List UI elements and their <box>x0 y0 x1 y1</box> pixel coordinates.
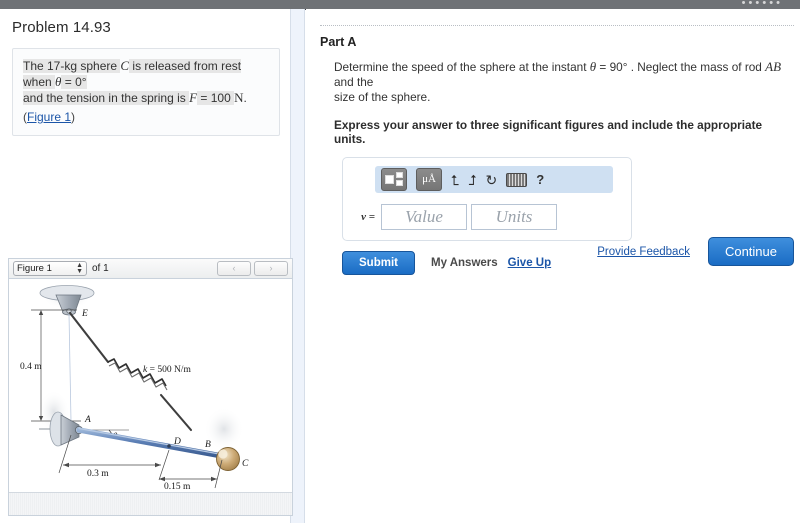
answer-value-input[interactable]: Value <box>381 204 467 230</box>
figure-select[interactable]: Figure 1 ▲ ▼ <box>13 261 87 276</box>
template-icon[interactable] <box>381 168 407 191</box>
diagram-dim-horizontal-2: 0.15 m <box>164 482 191 492</box>
redo-icon[interactable]: ⮥ <box>468 172 476 188</box>
figure-canvas: E 0.4 m k = 500 N/m A D B C 0.3 m 0.15 m <box>9 279 292 492</box>
question-symbol-ab: AB <box>765 59 782 74</box>
answer-widget: μÅ ⮤ ⮥ ↻ ? v = Value Units <box>342 157 632 241</box>
question-text-3: . Neglect the mass of rod <box>627 60 766 74</box>
figure-next-button[interactable]: › <box>254 261 288 276</box>
figure-toolbar: Figure 1 ▲ ▼ of 1 ‹ › <box>9 259 292 279</box>
units-icon[interactable]: μÅ <box>416 168 442 191</box>
help-icon[interactable]: ? <box>536 172 544 188</box>
figure-nav: ‹ › <box>217 261 288 276</box>
figure-link-wrapper: (Figure 1) <box>23 109 269 125</box>
app-header-faint-text: • • • • • • <box>741 0 780 9</box>
diagram-label-B: B <box>205 440 211 450</box>
diagram-dim-vertical: 0.4 m <box>20 362 42 372</box>
statement-period: . <box>243 91 247 105</box>
question-text-2: = 90 <box>596 60 623 74</box>
template-icon-square-bottom <box>396 180 403 186</box>
question-text-4: and the <box>334 75 374 89</box>
statement-degree-1: ° <box>81 75 87 89</box>
give-up-link[interactable]: Give Up <box>508 257 551 269</box>
statement-symbol-c: C <box>120 58 130 73</box>
diagram-label-C: C <box>242 459 249 469</box>
answer-units-input[interactable]: Units <box>471 204 557 230</box>
statement-text-5: = 100 <box>197 91 235 105</box>
figure-bottom-bar <box>9 492 292 515</box>
diagram-label-A: A <box>84 415 91 425</box>
template-icon-square-top <box>396 172 403 178</box>
section-divider <box>320 25 794 26</box>
figure-select-value: Figure 1 <box>17 263 52 274</box>
submit-button[interactable]: Submit <box>342 251 415 275</box>
undo-icon[interactable]: ⮤ <box>451 172 459 188</box>
statement-text-3: = 0 <box>61 75 82 89</box>
diagram-spring-label: k = 500 N/m <box>143 365 191 375</box>
paren-close: ) <box>71 110 76 124</box>
figure-count-label: of 1 <box>92 263 109 274</box>
figure-panel: Figure 1 ▲ ▼ of 1 ‹ › E 0.4 m k = 500 N/… <box>8 258 293 516</box>
diagram-label-D: D <box>173 437 181 447</box>
keyboard-icon[interactable] <box>506 172 528 187</box>
feedback-row: Provide Feedback Continue <box>597 237 794 266</box>
problem-statement-box: The 17-kg sphere C is released from rest… <box>12 48 280 136</box>
provide-feedback-link[interactable]: Provide Feedback <box>597 246 690 258</box>
figure-prev-button[interactable]: ‹ <box>217 261 251 276</box>
answer-toolbar: μÅ ⮤ ⮥ ↻ ? <box>375 166 613 193</box>
continue-button[interactable]: Continue <box>707 237 794 266</box>
rod-AB <box>76 427 225 459</box>
chevron-updown-icon: ▲ ▼ <box>76 261 83 275</box>
diagram-label-E: E <box>81 309 88 319</box>
statement-symbol-f: F <box>189 90 198 105</box>
answer-input-row: v = Value Units <box>353 204 621 230</box>
spring-k-value: = 500 N/m <box>147 365 191 375</box>
question-text: Determine the speed of the sphere at the… <box>334 59 786 105</box>
my-answers-link[interactable]: My Answers <box>431 257 498 269</box>
right-column: Part A Determine the speed of the sphere… <box>306 9 800 523</box>
statement-text-1: The 17-kg sphere <box>23 59 121 73</box>
answer-variable-label: v = <box>361 211 375 223</box>
part-heading: Part A <box>320 35 357 49</box>
page-title: Problem 14.93 <box>12 19 111 36</box>
guide-line-vertical <box>68 313 72 422</box>
figure-1-link[interactable]: Figure 1 <box>27 110 71 124</box>
diagram-point-D <box>167 444 171 448</box>
question-text-line2: size of the sphere. <box>334 90 431 104</box>
mechanism-diagram: E 0.4 m k = 500 N/m A D B C 0.3 m 0.15 m <box>20 285 249 492</box>
question-text-1: Determine the speed of the sphere at the… <box>334 60 590 74</box>
statement-text-4: and the tension in the spring is <box>23 91 190 105</box>
template-icon-square-large <box>385 175 394 184</box>
units-icon-label: μÅ <box>422 173 436 185</box>
answer-instructions: Express your answer to three significant… <box>334 118 763 146</box>
reset-icon[interactable]: ↻ <box>486 172 498 188</box>
diagram-dim-horizontal-1: 0.3 m <box>87 469 109 479</box>
